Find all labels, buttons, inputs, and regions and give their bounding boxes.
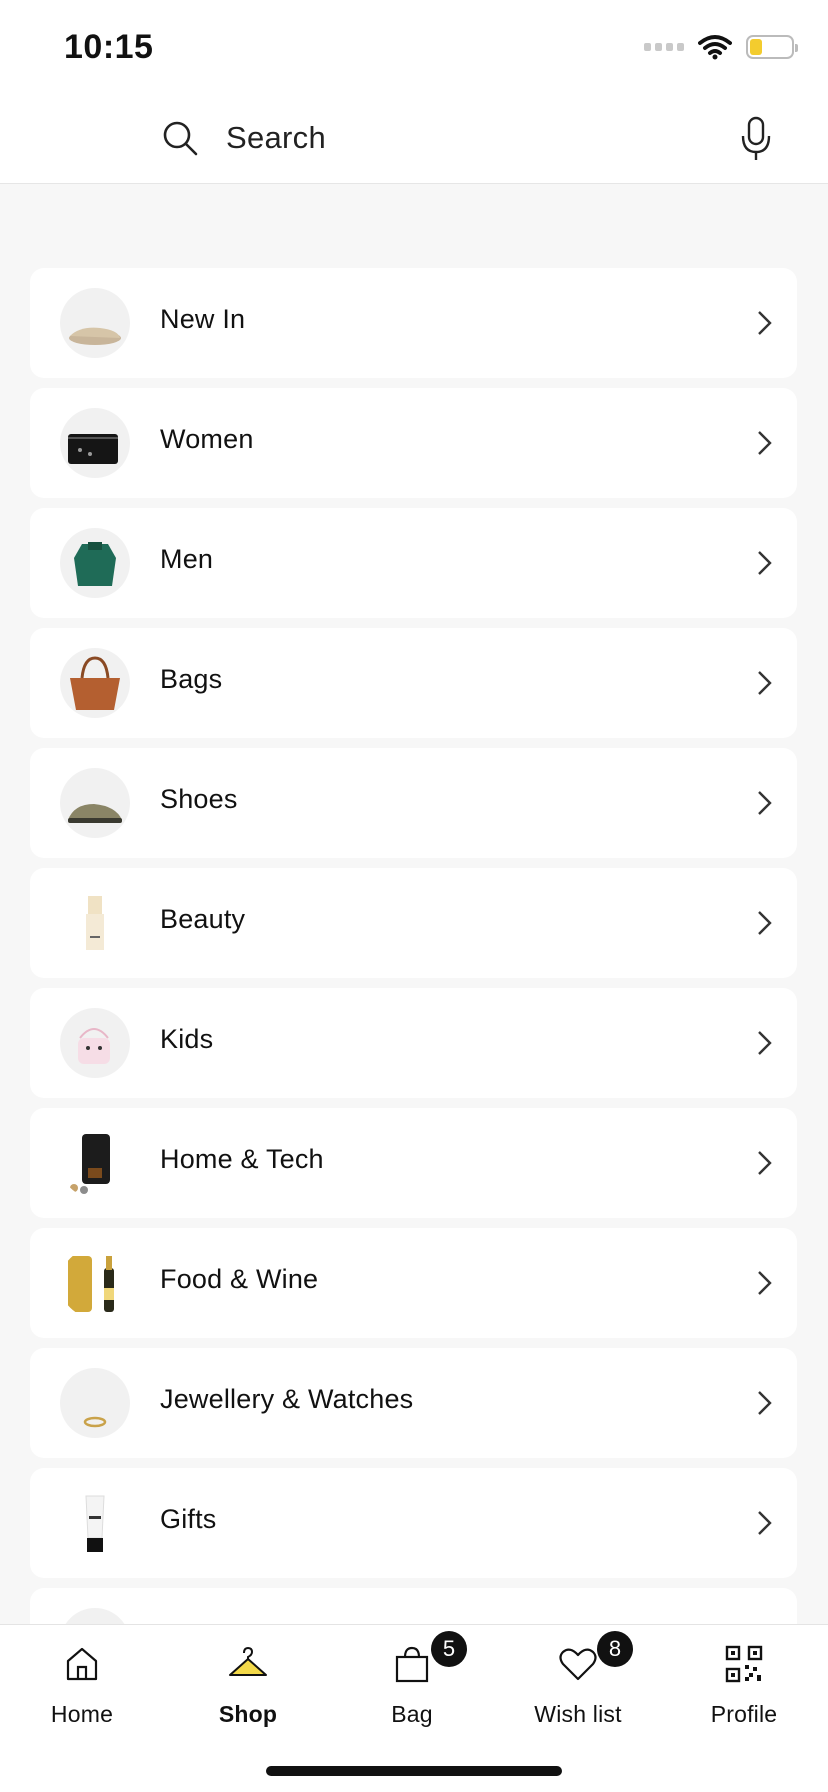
woven-bag-image (60, 648, 130, 718)
status-icons (644, 34, 798, 60)
chevron-right-icon (758, 1511, 772, 1535)
cream-tube-image (60, 1488, 130, 1558)
search-input[interactable]: Search (226, 120, 326, 156)
category-row-home-tech[interactable]: Home & Tech (30, 1108, 797, 1218)
tab-profile[interactable]: Profile (674, 1643, 814, 1728)
category-row-bags[interactable]: Bags (30, 628, 797, 738)
battery-icon (746, 35, 798, 59)
hanger-icon (229, 1646, 267, 1676)
chevron-right-icon (758, 1271, 772, 1295)
category-label: Jewellery & Watches (160, 1384, 414, 1414)
tab-label: Bag (391, 1701, 433, 1727)
shoe-image (60, 288, 130, 358)
coffee-machine-image (60, 1128, 130, 1198)
wishlist-count-badge: 8 (597, 1631, 633, 1667)
category-row-new-in[interactable]: New In (30, 268, 797, 378)
chevron-right-icon (758, 671, 772, 695)
microphone-icon[interactable] (740, 116, 772, 162)
wifi-icon (698, 35, 732, 60)
category-label: Men (160, 544, 214, 574)
bag-icon-wrap: 5 (391, 1631, 467, 1685)
chevron-right-icon (758, 311, 772, 335)
category-row-men[interactable]: Men (30, 508, 797, 618)
sweatshirt-image (60, 528, 130, 598)
category-label: Home & Tech (160, 1144, 324, 1174)
chevron-right-icon (758, 1151, 772, 1175)
category-label: Shoes (160, 784, 238, 814)
category-label: Kids (160, 1024, 214, 1054)
cellular-signal-icon (644, 43, 684, 51)
ring-image (60, 1368, 130, 1438)
tab-home[interactable]: Home (12, 1643, 152, 1728)
tab-label: Profile (710, 1701, 778, 1727)
search-bar[interactable]: Search (0, 96, 828, 184)
chevron-right-icon (758, 791, 772, 815)
category-label: Gifts (160, 1504, 217, 1534)
handbag-image (60, 408, 130, 478)
category-row-jewellery-watches[interactable]: Jewellery & Watches (30, 1348, 797, 1458)
status-time: 10:15 (64, 28, 154, 66)
home-indicator (266, 1766, 562, 1776)
search-icon[interactable] (160, 118, 200, 158)
bag-count-badge: 5 (431, 1631, 467, 1667)
chevron-right-icon (758, 1031, 772, 1055)
category-label: Food & Wine (160, 1264, 319, 1294)
kids-bag-image (60, 1008, 130, 1078)
category-row-beauty[interactable]: Beauty (30, 868, 797, 978)
chevron-right-icon (758, 431, 772, 455)
tab-wish-list[interactable]: 8 Wish list (508, 1631, 648, 1728)
chevron-right-icon (758, 911, 772, 935)
clog-image (60, 768, 130, 838)
tab-shop[interactable]: Shop (178, 1643, 318, 1728)
category-row-food-wine[interactable]: Food & Wine (30, 1228, 797, 1338)
tab-bag[interactable]: 5 Bag (342, 1631, 482, 1728)
category-label: Bags (160, 664, 223, 694)
category-row-women[interactable]: Women (30, 388, 797, 498)
category-row-shoes[interactable]: Shoes (30, 748, 797, 858)
shopping-bag-icon (395, 1646, 429, 1683)
heart-icon (559, 1648, 597, 1681)
chevron-right-icon (758, 551, 772, 575)
heart-icon-wrap: 8 (557, 1631, 633, 1685)
tab-label: Home (50, 1701, 114, 1727)
status-bar: 10:15 (0, 0, 828, 96)
category-label: Beauty (160, 904, 246, 934)
category-label: New In (160, 304, 246, 334)
tab-label: Shop (218, 1701, 278, 1727)
category-row-kids[interactable]: Kids (30, 988, 797, 1098)
tab-label: Wish list (534, 1701, 622, 1727)
home-icon (66, 1647, 98, 1681)
foundation-bottle-image (60, 888, 130, 958)
category-row-gifts[interactable]: Gifts (30, 1468, 797, 1578)
champagne-image (60, 1248, 130, 1318)
category-label: Women (160, 424, 254, 454)
qr-code-icon (725, 1645, 763, 1683)
category-list: New In Women Men Bags Shoes Beauty Kids … (30, 268, 797, 1708)
chevron-right-icon (758, 1391, 772, 1415)
